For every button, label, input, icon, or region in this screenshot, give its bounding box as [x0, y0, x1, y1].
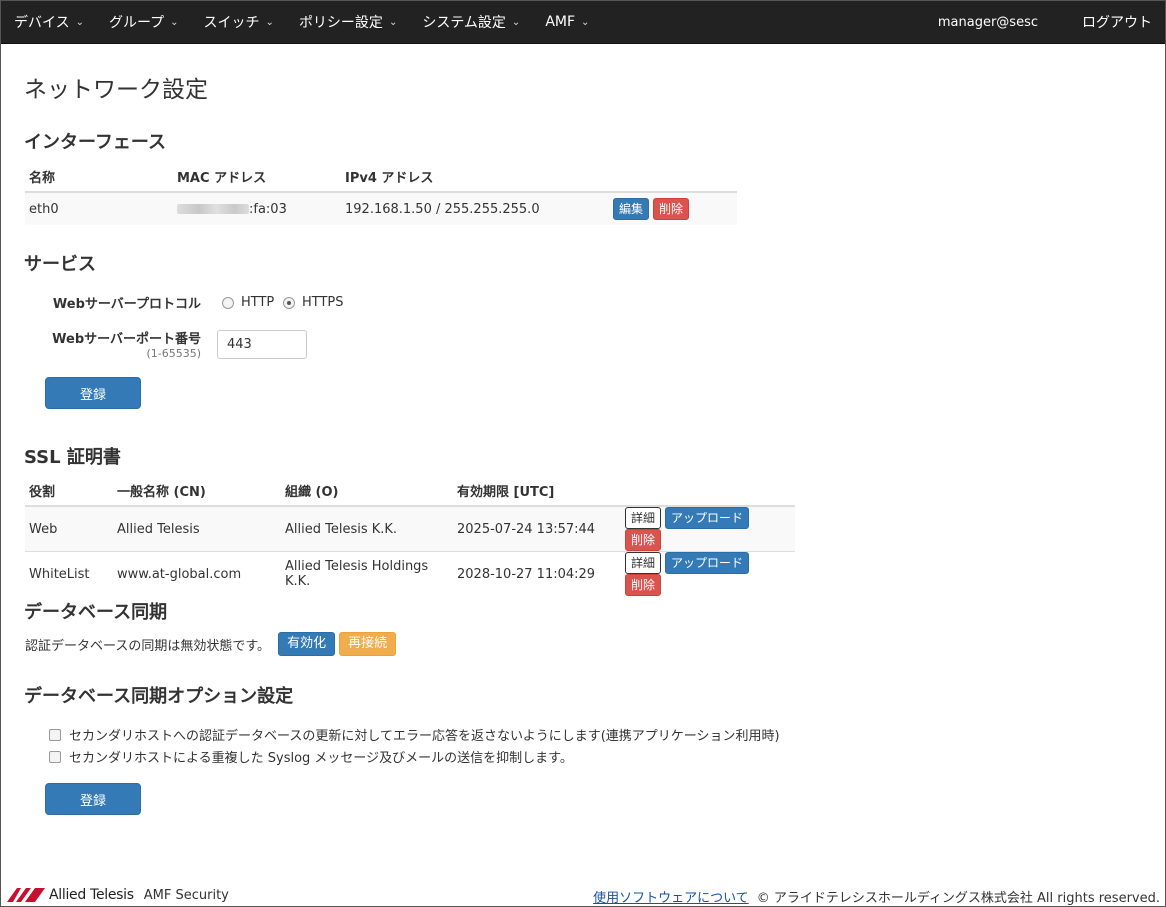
cert-role: Web: [25, 505, 113, 552]
ssl-table: 役割 一般名称 (CN) 組織 (O) 有効期限 [UTC] Web Allie…: [25, 476, 795, 596]
table-row: Web Allied Telesis Allied Telesis K.K. 2…: [25, 505, 795, 552]
cert-actions: 詳細 アップロード削除: [621, 551, 795, 596]
delete-button[interactable]: 削除: [653, 198, 690, 220]
option-no-error-response[interactable]: セカンダリホストへの認証データベースの更新に対してエラー応答を返さないようにしま…: [49, 725, 780, 744]
interface-section-title: インターフェース: [24, 132, 167, 153]
nav-system[interactable]: システム設定 ⌄: [409, 1, 532, 44]
radio-http-label: HTTP: [241, 295, 275, 310]
nav-groups-label: グループ: [108, 15, 165, 31]
options-submit-button[interactable]: 登録: [45, 783, 141, 815]
radio-https-control[interactable]: [283, 296, 295, 309]
ssl-section-title: SSL 証明書: [24, 447, 121, 468]
copyright: © アライドテレシスホールディングス株式会社 All rights reserv…: [756, 891, 1160, 906]
cert-org: Allied Telesis Holdings K.K.: [281, 551, 453, 596]
port-label: Webサーバーポート番号: [52, 332, 201, 347]
footer-right: 使用ソフトウェアについて © アライドテレシスホールディングス株式会社 All r…: [593, 887, 1160, 906]
radio-http-control[interactable]: [222, 296, 234, 309]
nav-system-label: システム設定: [422, 15, 506, 31]
chevron-down-icon: ⌄: [388, 16, 398, 28]
option-no-error-response-label: セカンダリホストへの認証データベースの更新に対してエラー応答を返さないようにしま…: [69, 729, 780, 744]
enable-button[interactable]: 有効化: [278, 632, 336, 656]
service-section-title: サービス: [24, 254, 96, 275]
radio-https[interactable]: HTTPS: [283, 295, 344, 310]
nav-switches-label: スイッチ: [203, 15, 260, 31]
nav-policy-label: ポリシー設定: [298, 15, 383, 31]
col-expiry: 有効期限 [UTC]: [453, 476, 621, 507]
cert-expiry: 2028-10-27 11:04:29: [453, 551, 621, 596]
nav-devices-label: デバイス: [14, 15, 70, 31]
chevron-down-icon: ⌄: [170, 16, 179, 28]
delete-button[interactable]: 削除: [625, 574, 662, 596]
dbsync-status-row: 認証データベースの同期は無効状態です。 有効化 再接続: [25, 632, 400, 656]
software-info-link[interactable]: 使用ソフトウェアについて: [593, 891, 749, 906]
cert-org: Allied Telesis K.K.: [281, 505, 453, 552]
radio-http[interactable]: HTTP: [222, 295, 274, 310]
top-navbar: デバイス ⌄ グループ ⌄ スイッチ ⌄ ポリシー設定 ⌄ システム設定 ⌄ AMF ⌄ m…: [1, 1, 1165, 44]
page-title: ネットワーク設定: [24, 77, 208, 103]
detail-button[interactable]: 詳細: [625, 507, 662, 529]
col-role: 役割: [25, 476, 113, 507]
option-suppress-duplicate-label: セカンダリホストによる重複した Syslog メッセージ及びメールの送信を抑制し…: [69, 751, 573, 766]
dbsync-status-text: 認証データベースの同期は無効状態です。: [25, 638, 271, 654]
logo-brand-text: Allied Telesis: [49, 887, 134, 903]
nav-policy[interactable]: ポリシー設定 ⌄: [286, 1, 409, 44]
nav-devices[interactable]: デバイス ⌄: [1, 1, 96, 44]
col-actions: [609, 162, 737, 193]
cert-cn: Allied Telesis: [113, 505, 281, 552]
cert-cn: www.at-global.com: [113, 551, 281, 596]
cert-role: WhiteList: [25, 551, 113, 596]
footer: Allied Telesis AMF Security 使用ソフトウェアについて…: [1, 884, 1165, 906]
current-user: manager@sesc: [937, 14, 1038, 30]
col-mac: MAC アドレス: [173, 162, 341, 193]
cert-actions: 詳細 アップロード削除: [621, 505, 795, 552]
option-suppress-duplicate-checkbox[interactable]: [49, 750, 61, 763]
upload-button[interactable]: アップロード: [665, 507, 750, 529]
nav-amf-label: AMF: [545, 14, 576, 30]
nav-amf[interactable]: AMF ⌄: [532, 1, 601, 44]
interface-name: eth0: [25, 191, 173, 225]
company-logo: Allied Telesis AMF Security: [7, 887, 229, 903]
edit-button[interactable]: 編集: [613, 198, 650, 220]
redacted-mac-prefix: [177, 204, 249, 214]
nav-groups[interactable]: グループ ⌄: [96, 1, 191, 44]
reconnect-button[interactable]: 再接続: [339, 632, 397, 656]
col-actions: [621, 476, 795, 507]
col-ipv4: IPv4 アドレス: [341, 162, 609, 193]
chevron-down-icon: ⌄: [265, 16, 274, 28]
protocol-label: Webサーバープロトコル: [52, 297, 201, 312]
product-name: AMF Security: [143, 887, 229, 903]
interface-mac-suffix: :fa:03: [249, 201, 287, 217]
port-range-hint: (1-65535): [146, 347, 201, 360]
dbsync-options-section-title: データベース同期オプション設定: [24, 686, 294, 707]
dbsync-section-title: データベース同期: [24, 602, 168, 623]
col-org: 組織 (O): [281, 476, 453, 507]
col-cn: 一般名称 (CN): [113, 476, 281, 507]
interface-ipv4: 192.168.1.50 / 255.255.255.0: [341, 191, 609, 225]
table-row: eth0 :fa:03 192.168.1.50 / 255.255.255.0…: [25, 191, 737, 225]
port-input[interactable]: 443: [217, 330, 307, 359]
col-name: 名称: [25, 162, 173, 193]
interface-table: 名称 MAC アドレス IPv4 アドレス eth0 :fa:03 192.16…: [25, 162, 737, 225]
allied-telesis-logo-icon: [7, 888, 45, 902]
service-submit-button[interactable]: 登録: [45, 377, 141, 409]
chevron-down-icon: ⌄: [511, 16, 521, 28]
radio-https-label: HTTPS: [302, 295, 344, 310]
detail-button[interactable]: 詳細: [625, 552, 662, 574]
nav-switches[interactable]: スイッチ ⌄: [191, 1, 286, 44]
logout-link[interactable]: ログアウト: [1082, 1, 1165, 44]
option-suppress-duplicate[interactable]: セカンダリホストによる重複した Syslog メッセージ及びメールの送信を抑制し…: [49, 747, 573, 766]
upload-button[interactable]: アップロード: [665, 552, 750, 574]
table-row: WhiteList www.at-global.com Allied Teles…: [25, 551, 795, 596]
chevron-down-icon: ⌄: [75, 16, 84, 28]
interface-mac: :fa:03: [173, 191, 341, 225]
option-no-error-response-checkbox[interactable]: [49, 728, 61, 741]
interface-actions: 編集 削除: [609, 191, 737, 225]
cert-expiry: 2025-07-24 13:57:44: [453, 505, 621, 552]
chevron-down-icon: ⌄: [581, 16, 590, 28]
delete-button[interactable]: 削除: [625, 529, 662, 551]
